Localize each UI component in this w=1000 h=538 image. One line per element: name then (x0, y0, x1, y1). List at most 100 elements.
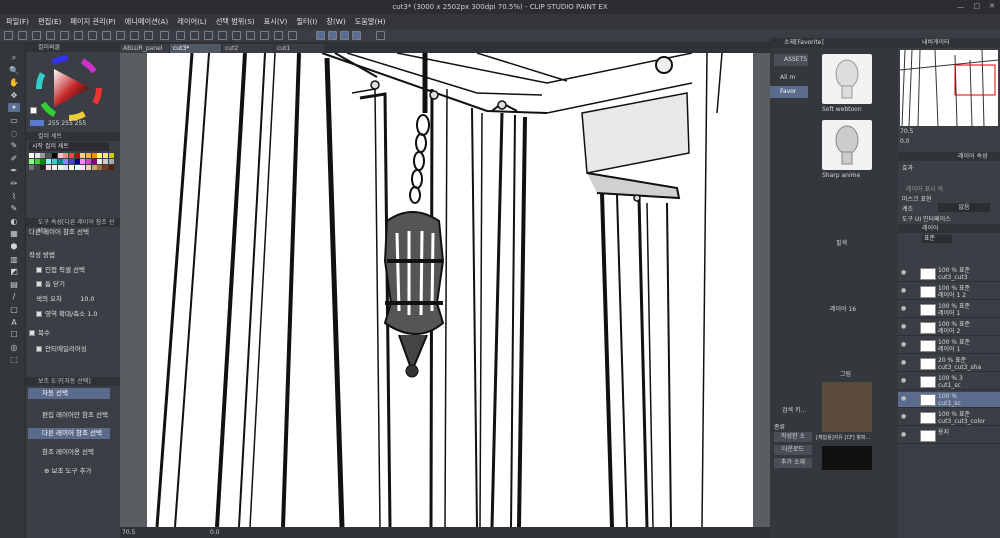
color-swatch[interactable] (103, 153, 109, 158)
tolerance-row[interactable]: 색의 오차 10.0 (26, 294, 120, 304)
tool-icon-17[interactable]: ◩ (8, 267, 20, 276)
asset-label[interactable]: 레이어 16 (830, 304, 856, 313)
tool-icon-24[interactable]: ⬚ (8, 355, 20, 364)
asset-thumb-dark[interactable] (822, 446, 872, 470)
layer-row[interactable]: ● 100 % 표준 cut3_cut3 (898, 266, 1000, 282)
tool-icon-10[interactable]: ✏ (8, 179, 20, 188)
command-button-icon[interactable] (218, 31, 227, 40)
color-swatch[interactable] (103, 165, 109, 170)
color-swatch[interactable] (68, 153, 74, 158)
color-swatch[interactable] (74, 165, 80, 170)
tool-icon-21[interactable]: A (8, 318, 20, 327)
menu-item-9[interactable]: 도움말(H) (355, 17, 386, 27)
color-swatch[interactable] (74, 153, 80, 158)
maximize-icon[interactable]: □ (973, 2, 980, 10)
color-swatch[interactable] (63, 159, 69, 164)
tool-icon-22[interactable]: ☐ (8, 330, 20, 339)
command-button-icon[interactable] (232, 31, 241, 40)
tool-icon-16[interactable]: ▥ (8, 255, 20, 264)
color-swatch[interactable] (108, 153, 114, 158)
color-swatch[interactable] (97, 159, 103, 164)
command-button-icon[interactable] (352, 31, 361, 40)
color-swatch[interactable] (97, 165, 103, 170)
search-box[interactable]: 검색 키... (772, 406, 812, 415)
checkbox-icon[interactable] (36, 346, 42, 352)
color-swatch[interactable] (80, 153, 86, 158)
tool-icon-13[interactable]: ◐ (8, 217, 20, 226)
tool-icon-11[interactable]: ⌇ (8, 192, 20, 201)
color-swatch[interactable] (63, 165, 69, 170)
menu-item-3[interactable]: 애니메이션(A) (125, 17, 169, 27)
command-button-icon[interactable] (316, 31, 325, 40)
drawing-canvas[interactable] (147, 53, 753, 527)
eye-icon[interactable]: ● (901, 323, 906, 330)
all-materials-item[interactable]: All m (774, 72, 808, 84)
add-sub-tool-button[interactable]: ⊕ 보조 도구 추가 (26, 466, 120, 476)
minimize-icon[interactable]: — (957, 3, 964, 11)
add-material-button[interactable]: 추가 소재 (774, 458, 812, 468)
multi-row[interactable]: 복수 (26, 328, 120, 338)
command-button-icon[interactable] (260, 31, 269, 40)
layer-row[interactable]: ● 100 % 표준 레이어 2 (898, 320, 1000, 336)
color-swatch[interactable] (40, 165, 46, 170)
nav-angle[interactable]: 0.0 (900, 138, 910, 145)
tool-icon-18[interactable]: ▤ (8, 280, 20, 289)
blend-select[interactable]: 없음 (938, 203, 990, 212)
color-swatch[interactable] (91, 153, 97, 158)
command-button-icon[interactable] (376, 31, 385, 40)
tool-icon-19[interactable]: / (8, 292, 20, 301)
eye-icon[interactable]: ● (901, 413, 906, 420)
adjacent-row[interactable]: 인접 픽셀 선택 (26, 265, 120, 275)
command-button-icon[interactable] (116, 31, 125, 40)
command-button-icon[interactable] (340, 31, 349, 40)
eye-icon[interactable]: ● (901, 305, 906, 312)
color-swatch[interactable] (80, 165, 86, 170)
asset-thumb-costume[interactable] (822, 382, 872, 432)
tab-cut1[interactable]: cut1 (274, 44, 326, 53)
layer-row[interactable]: ● 용지 (898, 428, 1000, 444)
command-button-icon[interactable] (32, 31, 41, 40)
command-button-icon[interactable] (130, 31, 139, 40)
color-swatch[interactable] (108, 159, 114, 164)
antialias-row[interactable]: 안티에일리어싱 (26, 344, 120, 354)
nav-zoom[interactable]: 70.5 (900, 128, 913, 135)
layer-row[interactable]: ● 100 % 표준 레이어 1 (898, 338, 1000, 354)
tool-icon-14[interactable]: ▦ (8, 229, 20, 238)
eye-icon[interactable]: ● (901, 287, 906, 294)
tool-icon-9[interactable]: ✒ (8, 166, 20, 175)
color-mode-icon[interactable] (30, 120, 44, 126)
color-swatch[interactable] (46, 159, 52, 164)
command-button-icon[interactable] (288, 31, 297, 40)
tool-icon-15[interactable]: ⬢ (8, 242, 20, 251)
color-swatch[interactable] (97, 153, 103, 158)
checkbox-icon[interactable] (36, 267, 42, 273)
created-button[interactable]: 작성한 소 (774, 432, 812, 442)
command-button-icon[interactable] (74, 31, 83, 40)
layer-row[interactable]: ● 100 % 표준 레이어 1 (898, 302, 1000, 318)
tool-icon-23[interactable]: ◎ (8, 343, 20, 352)
color-swatch[interactable] (108, 165, 114, 170)
navigator-preview[interactable] (900, 50, 998, 126)
color-swatch[interactable] (74, 159, 80, 164)
tool-icon-8[interactable]: ✐ (8, 154, 20, 163)
eye-icon[interactable]: ● (901, 377, 906, 384)
assets-tab[interactable]: ASSETS (774, 54, 808, 66)
sub-tool-item-selected[interactable]: 다른 레이어 참조 선택 (28, 428, 110, 439)
color-swatch[interactable] (34, 153, 40, 158)
menu-item-7[interactable]: 필터(I) (296, 17, 317, 27)
color-swatch[interactable] (86, 165, 91, 170)
layer-row[interactable]: ● 20 % 표준 cut3_cut3_sha (898, 356, 1000, 372)
blend-mode-select[interactable]: 표준 (922, 235, 952, 243)
color-swatch[interactable] (63, 153, 69, 158)
eye-icon[interactable]: ● (901, 431, 906, 438)
menu-item-8[interactable]: 창(W) (326, 17, 345, 27)
color-swatch[interactable] (103, 159, 109, 164)
color-swatch[interactable] (80, 159, 86, 164)
tool-icon-0[interactable]: ⌕ (8, 53, 20, 62)
color-set-select[interactable]: 시작 컬러 세트 (29, 142, 109, 151)
color-swatch[interactable] (68, 159, 74, 164)
asset-thumb-soft[interactable] (822, 54, 872, 104)
sub-tool-item[interactable]: 참조 레이어용 선택 (26, 447, 120, 457)
color-wheel[interactable] (36, 55, 102, 121)
checkbox-icon[interactable] (36, 311, 42, 317)
